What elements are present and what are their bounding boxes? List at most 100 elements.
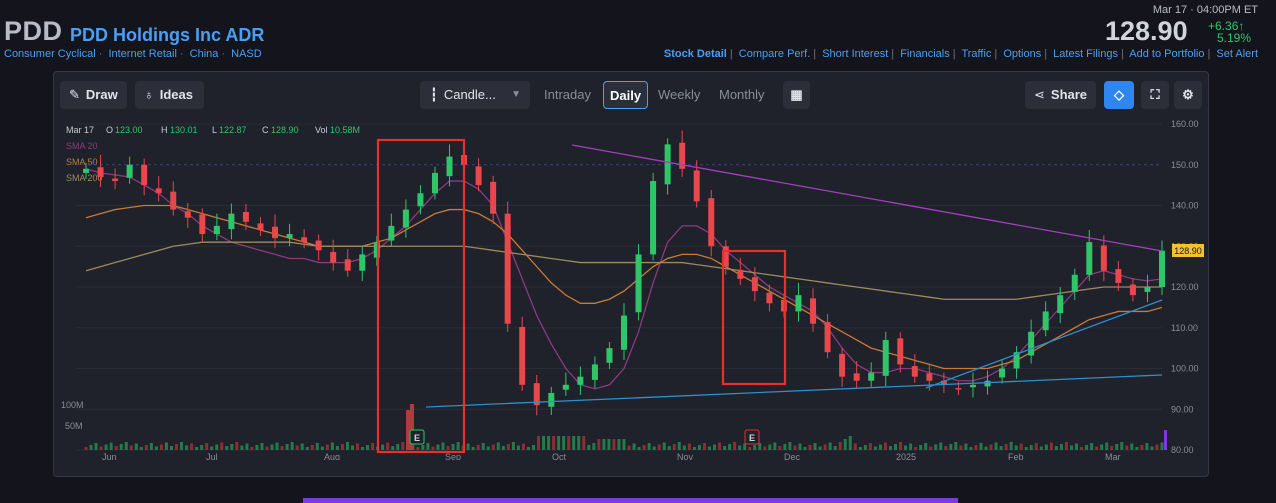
ohlc-vol-label: Vol: [315, 125, 328, 135]
ideas-button[interactable]: ♁ Ideas: [135, 81, 204, 109]
volume-bar: [612, 439, 616, 450]
candle-body: [1071, 274, 1078, 292]
time-tick-label: Aug: [324, 452, 340, 460]
volume-bar: [577, 436, 581, 450]
ohlc-volume: 10.58M: [330, 125, 360, 135]
ticker-symbol: PDD: [4, 16, 63, 46]
resistance-trendline[interactable]: [571, 144, 1163, 252]
candle-body: [999, 368, 1006, 378]
volume-bar: [109, 442, 113, 450]
candle-body: [693, 170, 700, 202]
ohlc-high: 130.01: [170, 125, 198, 135]
volume-bar: [793, 445, 797, 450]
link-traffic[interactable]: Traffic: [961, 48, 991, 60]
chart-panel: ✎ Draw ♁ Ideas ┇ Candle... ▼ Intraday Daily…: [53, 71, 1209, 477]
price-tick-label: 90.00: [1171, 404, 1194, 414]
volume-bar: [94, 443, 98, 450]
volume-bar: [164, 442, 168, 450]
volume-bar: [436, 444, 440, 450]
volume-bar: [979, 443, 983, 450]
tab-intraday[interactable]: Intraday: [544, 81, 591, 109]
volume-bar: [557, 436, 561, 450]
tab-monthly[interactable]: Monthly: [719, 81, 765, 109]
volume-bar: [617, 439, 621, 450]
candle-body: [606, 348, 613, 363]
candle-body: [839, 353, 846, 377]
link-financials[interactable]: Financials: [900, 48, 950, 60]
tab-weekly[interactable]: Weekly: [658, 81, 700, 109]
chart-type-select[interactable]: ┇ Candle... ▼: [420, 81, 530, 109]
volume-bar: [89, 445, 93, 450]
candle-body: [766, 292, 773, 304]
volume-bar: [1049, 442, 1053, 450]
fullscreen-icon: ⛶: [1150, 87, 1160, 102]
tab-daily[interactable]: Daily: [603, 81, 649, 109]
volume-bar: [361, 447, 365, 450]
premium-button[interactable]: ◇: [1104, 81, 1134, 109]
share-icon: ⋖: [1034, 87, 1045, 102]
link-nasd[interactable]: NASD: [231, 48, 262, 60]
share-button[interactable]: ⋖ Share: [1025, 81, 1096, 109]
volume-bar: [245, 443, 249, 450]
candle-body: [97, 167, 104, 177]
volume-bar: [1080, 447, 1084, 450]
candle-body: [141, 164, 148, 186]
link-add-to-portfolio[interactable]: Add to Portfolio: [1129, 48, 1204, 60]
volume-bar: [225, 446, 229, 450]
volume-tick-100m: 100M: [61, 400, 84, 410]
settings-button[interactable]: ⚙: [1174, 81, 1202, 109]
last-price: 128.90: [1105, 16, 1188, 46]
sector-links: Consumer Cyclical · Internet Retail · Chin…: [4, 48, 262, 60]
volume-bar: [1150, 446, 1154, 450]
volume-bar: [697, 445, 701, 450]
candle-body: [955, 388, 962, 390]
volume-bar: [1160, 442, 1164, 450]
link-china[interactable]: China: [190, 48, 219, 60]
volume-bar: [1105, 442, 1109, 450]
link-consumer-cyclical[interactable]: Consumer Cyclical: [4, 48, 96, 60]
volume-bar: [381, 444, 385, 450]
fullscreen-button[interactable]: ⛶: [1141, 81, 1169, 109]
price-chart[interactable]: Mar 17 O 123.00 H 130.01 L 122.87 C 128.…: [54, 118, 1208, 460]
volume-bar: [748, 447, 752, 450]
volume-bar: [1085, 445, 1089, 450]
link-short-interest[interactable]: Short Interest: [822, 48, 888, 60]
highlight-box-earnings-aug: [376, 138, 466, 454]
volume-bar: [562, 436, 566, 450]
volume-bar: [733, 442, 737, 450]
volume-bar: [190, 443, 194, 450]
link-set-alert[interactable]: Set Alert: [1216, 48, 1258, 60]
company-name[interactable]: PDD Holdings Inc ADR: [70, 25, 264, 46]
volume-bar: [1095, 446, 1099, 450]
candle-body: [1057, 295, 1064, 314]
volume-bar: [547, 436, 551, 450]
candle-body: [170, 191, 177, 210]
volume-bar: [1135, 447, 1139, 450]
volume-bar: [944, 446, 948, 450]
candle-body: [969, 384, 976, 388]
volume-bar: [567, 436, 571, 450]
volume-bar: [828, 442, 832, 450]
link-options[interactable]: Options: [1003, 48, 1041, 60]
candle-body: [83, 168, 89, 173]
volume-bar: [345, 442, 349, 450]
link-latest-filings[interactable]: Latest Filings: [1053, 48, 1118, 60]
volume-bar: [501, 446, 505, 450]
calendar-button[interactable]: ▦: [783, 81, 810, 109]
volume-bar: [230, 444, 234, 450]
candlestick-icon: ┇: [430, 87, 438, 102]
time-tick-label: Nov: [677, 452, 694, 460]
volume-bar: [139, 447, 143, 450]
candle-body: [708, 198, 715, 247]
volume-bar: [144, 445, 148, 450]
draw-button[interactable]: ✎ Draw: [60, 81, 127, 109]
candle-body: [388, 225, 395, 241]
link-internet-retail[interactable]: Internet Retail: [108, 48, 176, 60]
volume-bar: [929, 446, 933, 450]
link-compare-perf[interactable]: Compare Perf.: [739, 48, 811, 60]
gear-icon: ⚙: [1182, 87, 1194, 102]
volume-bar: [919, 445, 923, 450]
link-stock-detail[interactable]: Stock Detail: [664, 48, 727, 60]
candle-body: [286, 234, 293, 239]
price-tick-label: 100.00: [1171, 364, 1199, 374]
